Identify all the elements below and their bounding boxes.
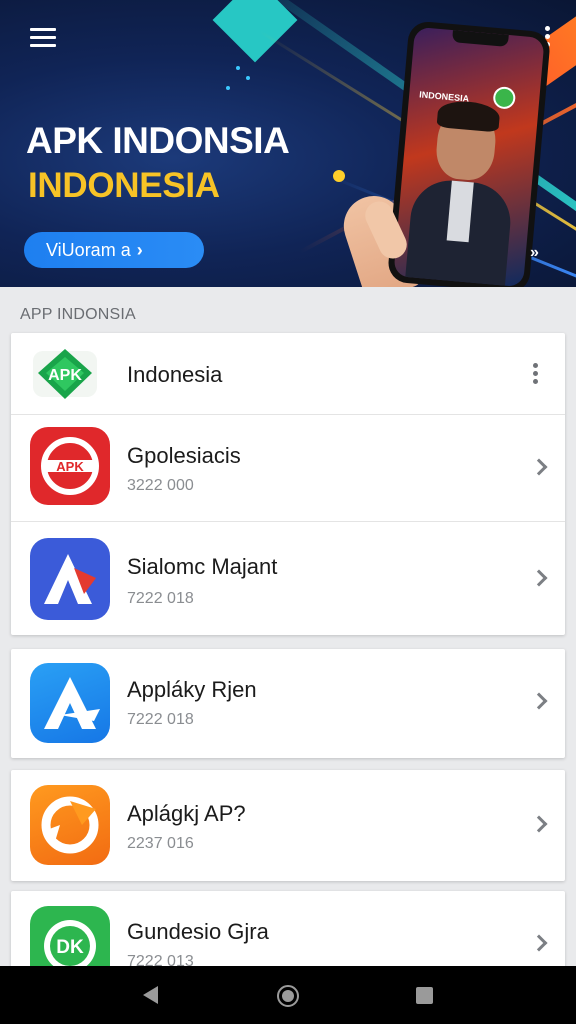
hero-cta-label: ViUoram a [46,240,131,260]
app-name: Gpolesiacis [127,443,241,468]
a-blue-icon [30,663,110,743]
app-name: Indonesia [127,362,223,387]
more-vert-icon[interactable] [533,363,539,387]
app-meta: 7222 018 [127,590,194,607]
list-item[interactable]: DK Gundesio Gjra 7222 013 [11,891,565,971]
hero-cta-button[interactable]: ViUoram a › [24,232,204,268]
a-blue-red-icon [30,538,110,620]
app-list-card: Appláky Rjen 7222 018 [11,649,565,758]
decorative-dot [236,66,240,70]
app-meta: 2237 016 [127,835,194,852]
menu-icon[interactable] [30,28,56,48]
badge-icon [492,85,517,110]
phone-illustration: INDONESIA [386,20,552,287]
app-list-card: APK Indonesia APK Gpolesiacis 3222 000 S… [11,333,565,635]
recent-apps-icon[interactable] [416,987,433,1004]
svg-text:APK: APK [48,367,82,384]
chevron-right-icon [530,569,548,587]
next-arrow-icon[interactable]: » [530,244,539,262]
apk-green-badge-icon: APK [30,345,100,403]
decorative-dot [333,170,345,182]
app-name: Appláky Rjen [127,677,257,702]
app-name: Aplágkj AP? [127,801,246,826]
app-list-card: Aplágkj AP? 2237 016 [11,770,565,881]
decorative-dot [246,76,250,80]
app-meta: 7222 018 [127,711,194,728]
list-item[interactable]: Appláky Rjen 7222 018 [11,649,565,758]
app-name: Gundesio Gjra [127,919,269,944]
decorative-dot [226,86,230,90]
app-list-card: DK Gundesio Gjra 7222 013 [11,891,565,971]
decorative-shape [212,0,298,63]
chevron-right-icon [530,815,548,833]
section-title: APP INDONSIA [20,306,136,323]
svg-text:APK: APK [56,459,84,474]
chevron-right-icon [530,692,548,710]
list-item[interactable]: Sialomc Majant 7222 018 [11,522,565,635]
app-meta: 3222 000 [127,477,194,494]
hero-banner[interactable]: APK INDONSIA INDONESIA ViUoram a › INDONE… [0,0,576,287]
home-icon[interactable] [277,985,299,1007]
apk-red-icon: APK [30,427,110,505]
svg-text:DK: DK [56,937,84,958]
orange-swirl-icon [30,785,110,865]
chevron-right-icon [530,934,548,952]
app-name: Sialomc Majant [127,554,278,579]
system-nav-bar [0,966,576,1024]
back-icon[interactable] [143,986,158,1004]
hero-title: APK INDONSIA [26,120,290,161]
chevron-right-icon [530,458,548,476]
list-item[interactable]: APK Indonesia [11,333,565,415]
chevron-right-icon: › [136,240,143,260]
hero-subtitle: INDONESIA [28,166,220,205]
list-item[interactable]: Aplágkj AP? 2237 016 [11,770,565,881]
dk-green-icon: DK [30,906,110,971]
list-item[interactable]: APK Gpolesiacis 3222 000 [11,415,565,522]
